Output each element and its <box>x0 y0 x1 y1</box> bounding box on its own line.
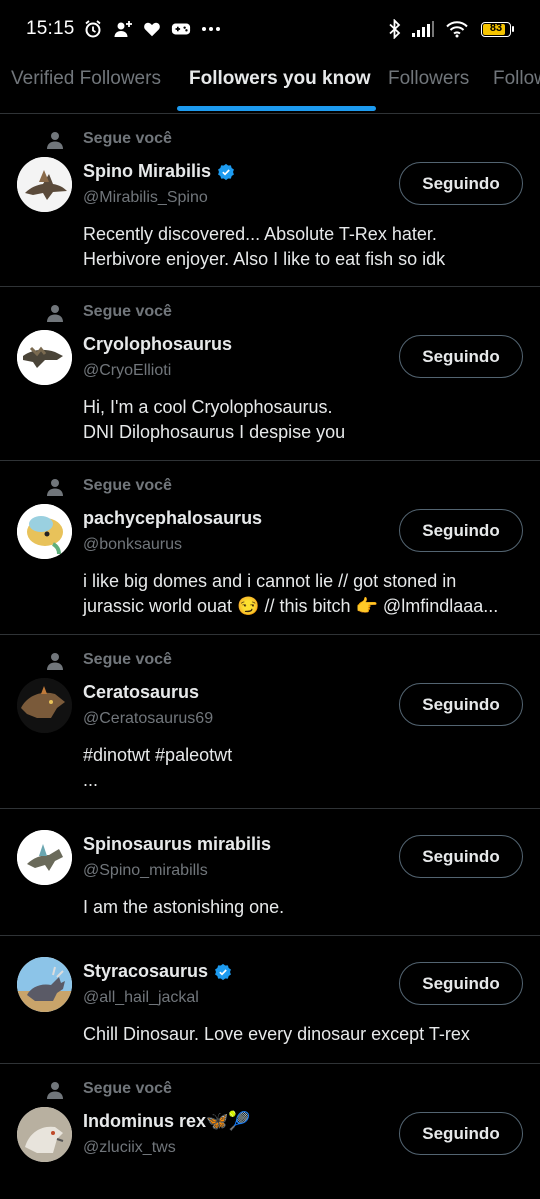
avatar[interactable] <box>17 157 72 212</box>
bio-line: Recently discovered... Absolute T-Rex ha… <box>83 224 437 244</box>
user-name[interactable]: Spino Mirabilis <box>83 161 211 182</box>
following-button[interactable]: Seguindo <box>399 509 523 552</box>
user-handle[interactable]: @zluciix_tws <box>83 1139 176 1157</box>
person-icon <box>47 1082 63 1099</box>
follows-you-label: Segue você <box>83 477 172 494</box>
follows-you-row: Segue você <box>44 1080 172 1100</box>
follows-you-label: Segue você <box>83 303 172 320</box>
follows-you-row: Segue você <box>44 130 172 150</box>
user-handle[interactable]: @Spino_mirabills <box>83 862 208 880</box>
tab-following[interactable]: Follow <box>493 68 540 90</box>
user-bio: Recently discovered... Absolute T-Rex ha… <box>83 222 523 272</box>
user-name[interactable]: Spinosaurus mirabilis <box>83 834 271 855</box>
verified-badge-icon <box>218 163 234 180</box>
user-handle[interactable]: @Ceratosaurus69 <box>83 710 213 728</box>
bluetooth-icon <box>389 19 401 39</box>
bio-line: Herbivore enjoyer. Also I like to eat fi… <box>83 249 446 269</box>
list-item[interactable]: Spinosaurus mirabilis @Spino_mirabills S… <box>0 809 540 936</box>
list-item[interactable]: Segue você Ceratosaurus @Ceratosaurus69 … <box>0 635 540 809</box>
name-row: Indominus rex🦋🎾 <box>83 1111 251 1132</box>
verified-badge-icon <box>215 963 231 980</box>
follows-you-row: Segue você <box>44 651 172 671</box>
signal-icon <box>411 20 435 38</box>
bio-line: DNI Dilophosaurus I despise you <box>83 422 346 442</box>
alarm-icon <box>83 19 103 39</box>
bio-line: jurassic world ouat 😏 // this bitch 👉 @l… <box>83 596 499 616</box>
bio-line: ... <box>83 770 99 790</box>
more-dots-icon <box>201 26 221 32</box>
follows-you-row: Segue você <box>44 477 172 497</box>
avatar[interactable] <box>17 830 72 885</box>
user-bio: i like big domes and i cannot lie // got… <box>83 569 523 619</box>
user-bio: I am the astonishing one. <box>83 895 523 920</box>
game-controller-icon <box>171 20 191 38</box>
heart-icon <box>143 20 161 38</box>
followers-list: Segue você Spino Mirabilis @Mirabilis_Sp… <box>0 114 540 1199</box>
user-name[interactable]: pachycephalosaurus <box>83 508 262 529</box>
follows-you-label: Segue você <box>83 651 172 668</box>
person-icon <box>47 132 63 149</box>
user-bio: Hi, I'm a cool Cryolophosaurus. DNI Dilo… <box>83 395 523 445</box>
person-icon <box>47 653 63 670</box>
list-item[interactable]: Segue você Indominus rex🦋🎾 @zluciix_tws … <box>0 1064 540 1199</box>
follows-you-label: Segue você <box>83 130 172 147</box>
name-row: Styracosaurus <box>83 961 232 982</box>
avatar[interactable] <box>17 1107 72 1162</box>
tab-followers[interactable]: Followers <box>388 68 469 90</box>
person-add-icon <box>113 19 133 39</box>
bio-line: Hi, I'm a cool Cryolophosaurus. <box>83 397 333 417</box>
tab-verified-followers[interactable]: Verified Followers <box>11 68 161 90</box>
avatar[interactable] <box>17 678 72 733</box>
bio-line: #dinotwt #paleotwt <box>83 745 233 765</box>
battery-icon: 83 <box>481 21 514 37</box>
followers-tabs: Verified Followers Followers you know Fo… <box>0 58 540 114</box>
following-button[interactable]: Seguindo <box>399 335 523 378</box>
tab-followers-you-know[interactable]: Followers you know <box>189 68 371 90</box>
name-row: Ceratosaurus <box>83 682 199 703</box>
user-handle[interactable]: @all_hail_jackal <box>83 989 199 1007</box>
list-item[interactable]: Styracosaurus @all_hail_jackal Seguindo … <box>0 936 540 1064</box>
user-name[interactable]: Styracosaurus <box>83 961 208 982</box>
user-name[interactable]: Ceratosaurus <box>83 682 199 703</box>
active-tab-indicator <box>177 106 376 111</box>
user-name[interactable]: Indominus rex🦋🎾 <box>83 1111 251 1132</box>
following-button[interactable]: Seguindo <box>399 835 523 878</box>
list-item[interactable]: Segue você pachycephalosaurus @bonksauru… <box>0 461 540 635</box>
user-handle[interactable]: @bonksaurus <box>83 536 182 554</box>
bio-line: Chill Dinosaur. Love every dinosaur exce… <box>83 1024 470 1044</box>
list-item[interactable]: Segue você Cryolophosaurus @CryoEllioti … <box>0 287 540 461</box>
avatar[interactable] <box>17 957 72 1012</box>
battery-percent: 83 <box>489 21 503 34</box>
list-item[interactable]: Segue você Spino Mirabilis @Mirabilis_Sp… <box>0 114 540 287</box>
name-row: Spino Mirabilis <box>83 161 235 182</box>
person-icon <box>47 479 63 496</box>
avatar[interactable] <box>17 330 72 385</box>
name-row: Spinosaurus mirabilis <box>83 834 271 855</box>
user-handle[interactable]: @CryoEllioti <box>83 362 171 380</box>
following-button[interactable]: Seguindo <box>399 1112 523 1155</box>
user-bio: Chill Dinosaur. Love every dinosaur exce… <box>83 1022 523 1047</box>
follows-you-label: Segue você <box>83 1080 172 1097</box>
name-row: pachycephalosaurus <box>83 508 262 529</box>
user-bio: #dinotwt #paleotwt ... <box>83 743 523 793</box>
following-button[interactable]: Seguindo <box>399 162 523 205</box>
bio-line: i like big domes and i cannot lie // got… <box>83 571 457 591</box>
avatar[interactable] <box>17 504 72 559</box>
user-handle[interactable]: @Mirabilis_Spino <box>83 189 208 207</box>
status-bar: 15:15 83 <box>0 0 540 58</box>
user-name[interactable]: Cryolophosaurus <box>83 334 232 355</box>
wifi-icon <box>445 20 469 38</box>
following-button[interactable]: Seguindo <box>399 962 523 1005</box>
status-time: 15:15 <box>26 18 75 39</box>
following-button[interactable]: Seguindo <box>399 683 523 726</box>
person-icon <box>47 305 63 322</box>
bio-line: I am the astonishing one. <box>83 897 285 917</box>
follows-you-row: Segue você <box>44 303 172 323</box>
name-row: Cryolophosaurus <box>83 334 232 355</box>
